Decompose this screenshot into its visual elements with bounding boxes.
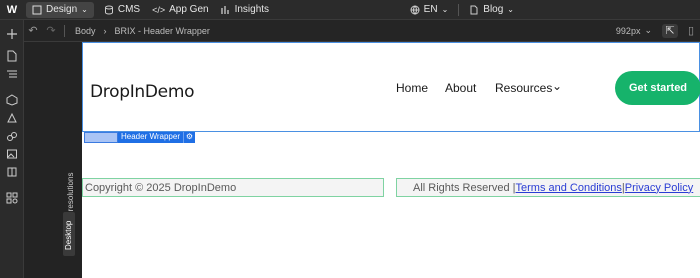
mode-dropdown[interactable]: Design ⌄	[26, 1, 94, 18]
left-rail	[0, 20, 24, 278]
database-icon	[104, 5, 113, 14]
selection-badge[interactable]: Header Wrapper ⚙	[84, 132, 195, 143]
breadcrumb-current[interactable]: BRIX - Header Wrapper	[115, 26, 210, 36]
design-mode-icon	[32, 5, 42, 14]
pages-icon[interactable]	[4, 48, 20, 64]
chevron-down-icon: ⌄	[81, 5, 88, 14]
chevron-down-icon: ⌄	[441, 5, 449, 14]
add-icon[interactable]	[4, 26, 20, 42]
variables-icon[interactable]	[4, 128, 20, 144]
terms-link[interactable]: Terms and Conditions	[516, 182, 622, 194]
mode-label: Design	[46, 4, 78, 15]
nav-about[interactable]: About	[445, 81, 476, 95]
app-gen-label: App Gen	[169, 4, 209, 15]
canvas-gutter: Affects all resolutions Desktop	[24, 42, 82, 278]
device-label: Desktop	[64, 220, 73, 250]
site-brand[interactable]: DropInDemo	[90, 82, 195, 102]
header-wrapper[interactable]: DropInDemo Home About Resources ⌄ Get st…	[82, 42, 700, 132]
selection-label: Header Wrapper	[118, 132, 183, 143]
mobile-icon[interactable]: ▯	[682, 20, 700, 42]
locale-label: EN	[423, 4, 438, 15]
resize-handle[interactable]	[694, 82, 700, 88]
breakpoint-width[interactable]: 992px	[616, 26, 641, 36]
breadcrumb-chevron-icon: ›	[103, 25, 107, 36]
app-gen-tab[interactable]: </> App Gen	[146, 0, 215, 20]
top-toolbar: W Design ⌄ CMS </> App Gen Insights EN ⌄…	[0, 0, 700, 20]
page-icon	[470, 5, 478, 14]
footer-links: All Rights Reserved | Terms and Conditio…	[396, 178, 700, 197]
design-canvas[interactable]: DropInDemo Home About Resources ⌄ Get st…	[82, 42, 700, 278]
selection-swatch	[84, 132, 118, 143]
breadcrumb-root[interactable]: Body	[75, 26, 96, 36]
components-icon[interactable]	[4, 92, 20, 108]
undo-icon[interactable]: ↶	[24, 20, 42, 42]
preview-icon[interactable]: ⇱	[662, 23, 678, 38]
get-started-button[interactable]: Get started	[615, 71, 700, 105]
page-dropdown[interactable]: Blog ⌄	[463, 0, 520, 20]
styles-icon[interactable]	[4, 110, 20, 126]
chart-icon	[220, 5, 229, 14]
page-label: Blog	[483, 4, 504, 15]
divider	[64, 24, 65, 37]
apps-icon[interactable]	[4, 190, 20, 206]
globe-icon	[410, 5, 420, 15]
redo-icon[interactable]: ↷	[42, 20, 60, 42]
divider	[458, 3, 460, 16]
device-badge: Desktop	[63, 212, 75, 256]
code-icon: </>	[152, 4, 166, 15]
webflow-logo-icon[interactable]: W	[0, 0, 24, 20]
book-icon[interactable]	[4, 164, 20, 180]
nav-resources[interactable]: Resources	[495, 81, 552, 95]
locale-dropdown[interactable]: EN ⌄	[404, 0, 455, 20]
footer-copyright: Copyright © 2025 DropInDemo	[82, 178, 384, 197]
navigator-icon[interactable]	[4, 66, 20, 82]
privacy-link[interactable]: Privacy Policy	[625, 182, 693, 194]
cms-label: CMS	[117, 4, 141, 15]
breadcrumb-bar: ↶ ↷ Body › BRIX - Header Wrapper 992px ⌄…	[24, 20, 700, 42]
cms-tab[interactable]: CMS	[98, 0, 146, 20]
chevron-down-icon[interactable]: ⌄	[552, 79, 562, 93]
settings-gear-icon[interactable]: ⚙	[183, 132, 195, 143]
copyright-text: Copyright © 2025 DropInDemo	[85, 181, 237, 194]
nav-home[interactable]: Home	[396, 81, 428, 95]
rights-text: All Rights Reserved |	[413, 181, 516, 194]
insights-label: Insights	[234, 4, 270, 15]
insights-tab[interactable]: Insights	[215, 0, 275, 20]
chevron-down-icon[interactable]: ⌄	[644, 25, 652, 36]
assets-icon[interactable]	[4, 146, 20, 162]
chevron-down-icon: ⌄	[507, 5, 514, 14]
